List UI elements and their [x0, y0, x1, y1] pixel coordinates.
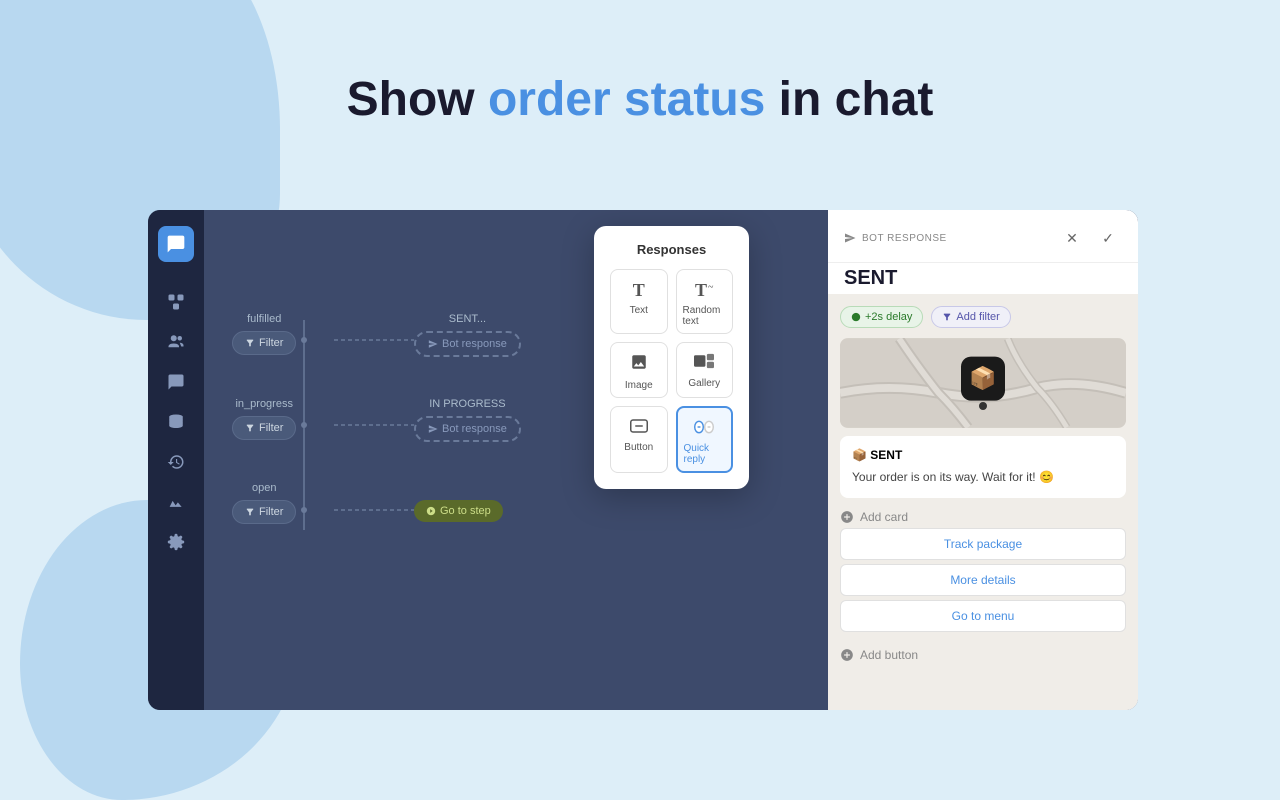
bot-panel-body: +2s delay Add filter — [828, 294, 1138, 710]
responses-panel-title: Responses — [610, 242, 733, 257]
bot-label-tag: BOT RESPONSE — [862, 233, 947, 244]
node-label-fulfilled: fulfilled — [247, 313, 281, 325]
random-text-response-icon: T~ — [695, 280, 713, 301]
action-btn-track[interactable]: Track package — [840, 528, 1126, 560]
add-button-row[interactable]: Add button — [840, 640, 1126, 662]
response-item-random-text[interactable]: T~ Random text — [676, 269, 734, 334]
message-card-text: Your order is on its way. Wait for it! 😊 — [852, 468, 1114, 486]
flow-node-open: open Filter — [232, 482, 296, 524]
message-card: 📦 SENT Your order is on its way. Wait fo… — [840, 436, 1126, 498]
message-card-title: 📦 SENT — [852, 448, 1114, 462]
bot-panel-header: BOT RESPONSE ✕ ✓ — [828, 210, 1138, 263]
map-card: 📦 — [840, 338, 1126, 428]
bot-panel-name: SENT — [828, 263, 1138, 294]
action-btn-details[interactable]: More details — [840, 564, 1126, 596]
bot-panel-title-row: BOT RESPONSE — [844, 232, 947, 244]
confirm-panel-button[interactable]: ✓ — [1094, 224, 1122, 252]
responses-panel: Responses T Text T~ Random text — [594, 226, 749, 489]
sidebar-item-flow[interactable] — [160, 286, 192, 318]
node-label-sent: SENT... — [449, 313, 486, 325]
response-item-image[interactable]: Image — [610, 342, 668, 398]
flow-node-open-step: . Go to step — [414, 482, 503, 522]
clock-icon — [851, 312, 861, 322]
bot-response-panel: BOT RESPONSE ✕ ✓ SENT +2s delay Add filt… — [828, 210, 1138, 710]
page-heading: Show order status in chat — [0, 72, 1280, 127]
add-button-label: Add button — [860, 648, 918, 662]
add-card-icon — [840, 510, 854, 524]
response-item-text[interactable]: T Text — [610, 269, 668, 334]
filter-icon — [942, 312, 952, 322]
filter-btn-open[interactable]: Filter — [232, 500, 296, 524]
add-card-label: Add card — [860, 510, 908, 524]
heading-highlight1: order status — [488, 73, 765, 126]
node-label-open: open — [252, 482, 276, 494]
quick-reply-response-label: Quick reply — [684, 443, 726, 465]
sidebar-item-data[interactable] — [160, 406, 192, 438]
add-button-icon — [840, 648, 854, 662]
sidebar-item-contacts[interactable] — [160, 326, 192, 358]
image-response-label: Image — [625, 380, 653, 391]
package-icon: 📦 — [961, 357, 1005, 401]
node-label-inprogress-resp: IN PROGRESS — [429, 398, 505, 410]
bot-panel-actions: ✕ ✓ — [1058, 224, 1122, 252]
response-item-quick-reply[interactable]: Quick reply — [676, 406, 734, 473]
gallery-response-icon — [694, 353, 714, 374]
response-item-button[interactable]: Button — [610, 406, 668, 473]
flow-node-inprogress: in_progress Filter — [232, 398, 296, 440]
bot-response-btn-inprogress[interactable]: Bot response — [414, 416, 521, 442]
action-buttons-list: Track package More details Go to menu — [840, 528, 1126, 632]
delay-badge[interactable]: +2s delay — [840, 306, 923, 328]
text-response-label: Text — [630, 305, 648, 316]
delay-badge-label: +2s delay — [865, 311, 912, 323]
response-item-gallery[interactable]: Gallery — [676, 342, 734, 398]
filter-badge[interactable]: Add filter — [931, 306, 1010, 328]
action-btn-menu[interactable]: Go to menu — [840, 600, 1126, 632]
heading-rest: chat — [835, 73, 934, 126]
badge-row: +2s delay Add filter — [840, 306, 1126, 328]
heading-middle: in — [765, 73, 834, 126]
sidebar-item-chat[interactable] — [160, 366, 192, 398]
sidebar — [148, 210, 204, 710]
flow-node-fulfilled: fulfilled Filter — [232, 313, 296, 355]
button-response-icon — [630, 417, 648, 438]
sidebar-item-settings[interactable] — [160, 526, 192, 558]
send-icon — [844, 232, 856, 244]
node-label-inprogress: in_progress — [235, 398, 292, 410]
image-response-icon — [630, 353, 648, 376]
flow-node-inprogress-response: IN PROGRESS Bot response — [414, 398, 521, 442]
gallery-response-label: Gallery — [688, 378, 720, 389]
sidebar-item-history[interactable] — [160, 446, 192, 478]
text-response-icon: T — [633, 280, 645, 301]
filter-badge-label: Add filter — [956, 311, 999, 323]
random-text-response-label: Random text — [683, 305, 727, 327]
bot-response-btn-fulfilled[interactable]: Bot response — [414, 331, 521, 357]
node-label-open-step: . — [457, 482, 460, 494]
filter-btn-fulfilled[interactable]: Filter — [232, 331, 296, 355]
quick-reply-response-icon — [694, 418, 714, 439]
go-to-step-btn-open[interactable]: Go to step — [414, 500, 503, 522]
app-window: fulfilled Filter SENT... Bot response in… — [148, 210, 1138, 710]
add-card-row[interactable]: Add card — [840, 506, 1126, 528]
close-panel-button[interactable]: ✕ — [1058, 224, 1086, 252]
heading-prefix: Show — [347, 73, 488, 126]
flow-node-fulfilled-response: SENT... Bot response — [414, 313, 521, 357]
filter-btn-inprogress[interactable]: Filter — [232, 416, 296, 440]
map-location-dot — [979, 402, 987, 410]
responses-grid: T Text T~ Random text Image — [610, 269, 733, 473]
sidebar-item-analytics[interactable] — [160, 486, 192, 518]
sidebar-logo[interactable] — [158, 226, 194, 262]
button-response-label: Button — [624, 442, 653, 453]
